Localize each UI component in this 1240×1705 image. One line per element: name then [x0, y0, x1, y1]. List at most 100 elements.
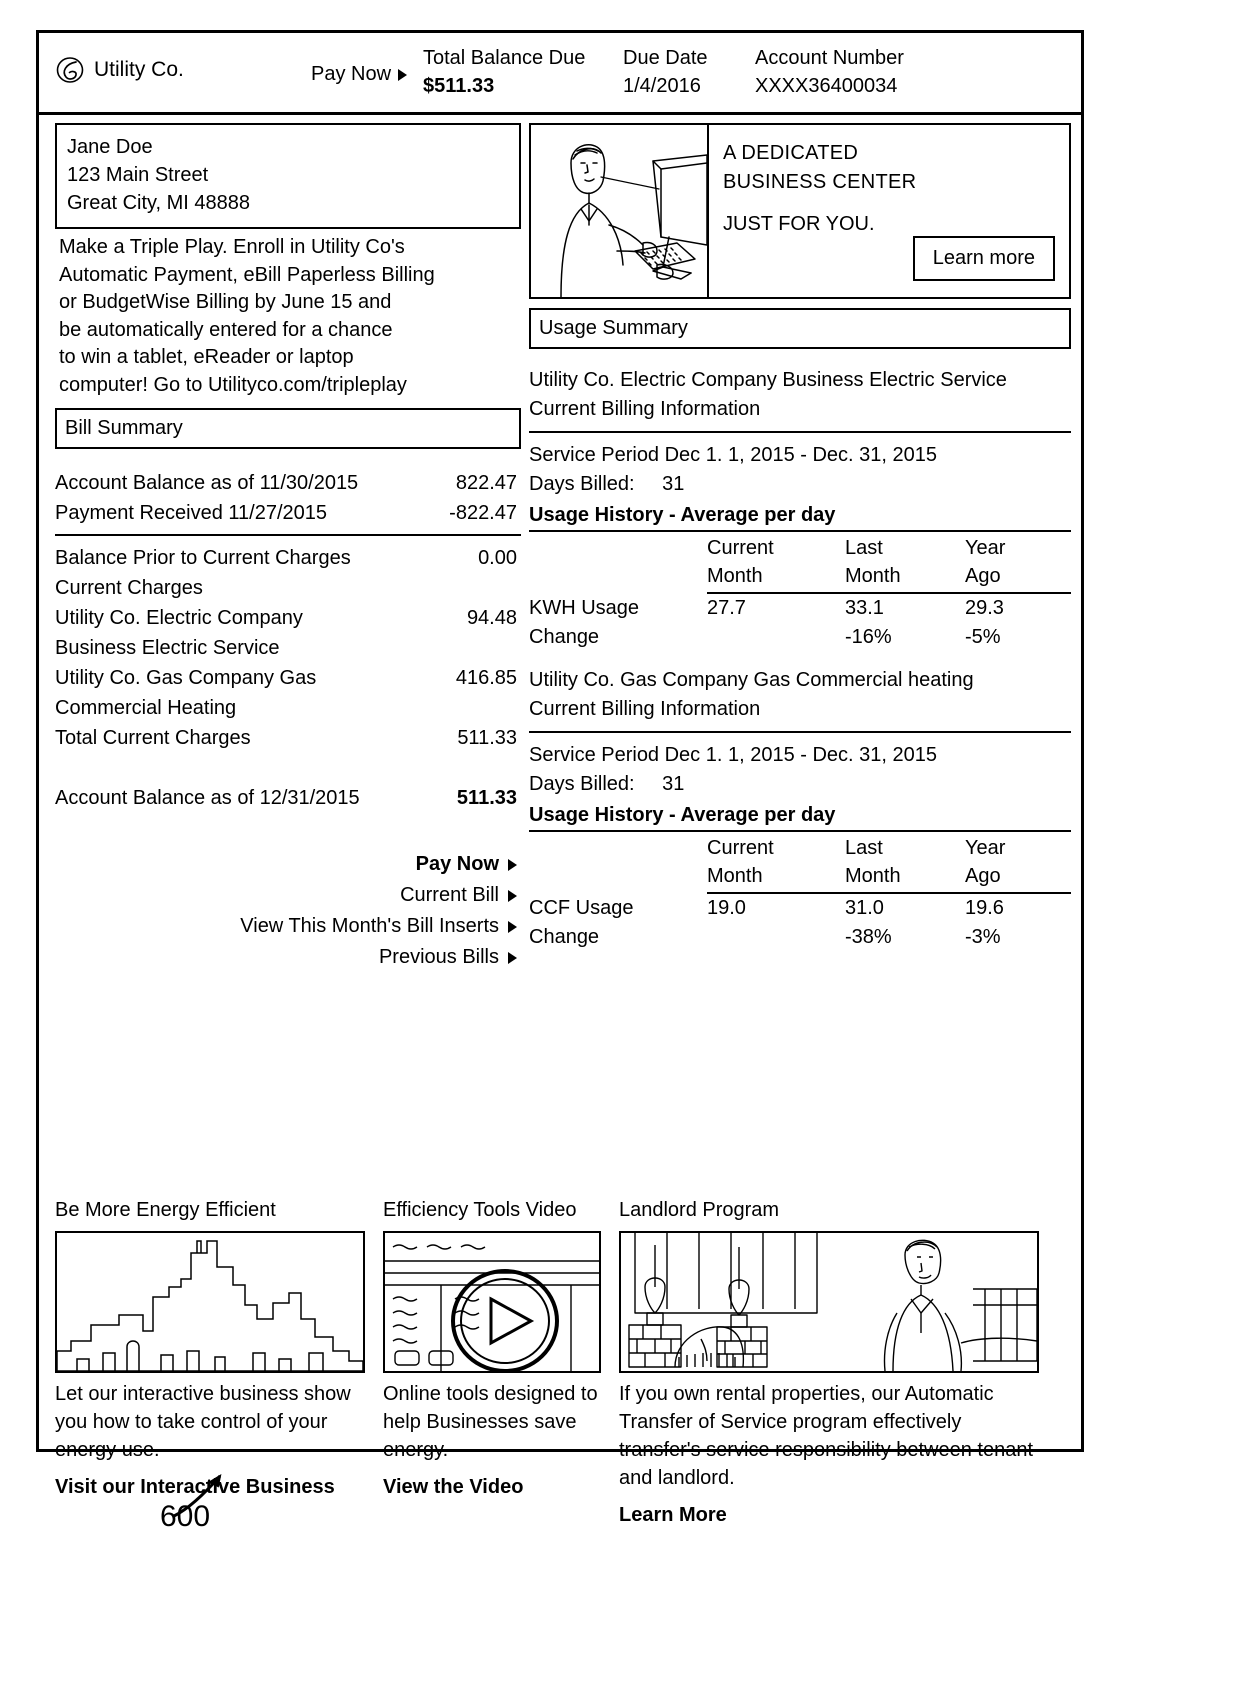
payment-received-value: -822.47: [449, 502, 517, 524]
due-date-block: Due Date 1/4/2016: [623, 45, 708, 101]
kwh-change-last: -16%: [845, 626, 892, 648]
promo-line-6: computer! Go to Utilityco.com/tripleplay: [59, 373, 407, 396]
gas-days-billed-label: Days Billed:: [529, 773, 635, 795]
electric-days-billed-value: 31: [662, 473, 685, 495]
ad-headline-line-3: JUST FOR YOU.: [723, 213, 875, 235]
electric-charge-sublabel: Business Electric Service: [55, 637, 280, 659]
kwh-usage-label: KWH Usage: [529, 597, 640, 619]
ccf-change-last: -38%: [845, 926, 892, 948]
divider: [529, 530, 1071, 532]
gas-service-period: Service Period Dec 1. 1, 2015 - Dec. 31,…: [529, 744, 938, 766]
brand-logo[interactable]: Utility Co.: [55, 55, 184, 85]
col-header-current-month-line2: Month: [707, 865, 763, 887]
col-header-year-ago: Year Ago: [965, 834, 1071, 893]
divider: [529, 830, 1071, 832]
ad-headline-line-2: BUSINESS CENTER: [723, 171, 917, 193]
usage-section-gas: Utility Co. Gas Company Gas Commercial h…: [529, 666, 1071, 952]
card-efficiency-video[interactable]: Efficiency Tools Video Online tools desi…: [383, 1195, 601, 1530]
card-efficiency-video-cta[interactable]: View the Video: [383, 1472, 601, 1502]
ccf-change-year: -3%: [965, 926, 1001, 948]
header-pay-now-link[interactable]: Pay Now: [311, 63, 408, 86]
chevron-right-icon: [508, 858, 517, 871]
card-landlord-program[interactable]: Landlord Program If you own rental prope…: [619, 1195, 1039, 1530]
col-header-current-month-line1: Current: [707, 537, 774, 559]
account-balance-prev-label: Account Balance as of 11/30/2015: [55, 472, 359, 494]
woman-at-computer-illustration: [531, 125, 709, 297]
col-header-current-month-line1: Current: [707, 837, 774, 859]
promo-line-4: be automatically entered for a chance: [59, 318, 393, 341]
kwh-usage-last: 33.1: [845, 597, 884, 619]
promo-line-2: Automatic Payment, eBill Paperless Billi…: [59, 263, 435, 286]
usage-section-electric: Utility Co. Electric Company Business El…: [529, 366, 1071, 652]
link-bill-inserts-label: View This Month's Bill Inserts: [240, 915, 499, 937]
table-row-kwh-usage: KWH Usage 27.7 33.1 29.3: [529, 594, 1071, 623]
link-bill-inserts[interactable]: View This Month's Bill Inserts: [55, 911, 521, 942]
card-energy-efficient-text: Let our interactive business show you ho…: [55, 1383, 351, 1461]
col-header-last-month: Last Month: [845, 534, 965, 593]
triple-play-promo: Make a Triple Play. Enroll in Utility Co…: [55, 229, 521, 399]
bill-header: Utility Co. Pay Now Total Balance Due $5…: [39, 33, 1081, 115]
gas-charge-label: Utility Co. Gas Company Gas: [55, 667, 317, 689]
electric-service-period: Service Period Dec 1. 1, 2015 - Dec. 31,…: [529, 444, 938, 466]
ccf-change-label: Change: [529, 926, 600, 948]
empty-corner-cell: [529, 834, 707, 893]
col-header-last-month-line2: Month: [845, 865, 901, 887]
bill-summary-row: Utility Co. Electric Company 94.48: [55, 603, 521, 633]
link-previous-bills[interactable]: Previous Bills: [55, 942, 521, 973]
electric-usage-history-title: Usage History - Average per day: [529, 504, 836, 526]
link-current-bill[interactable]: Current Bill: [55, 880, 521, 911]
city-skyline-icon: [55, 1231, 365, 1373]
bill-summary-header: Bill Summary: [55, 408, 521, 449]
customer-address-box: Jane Doe 123 Main Street Great City, MI …: [55, 123, 521, 229]
business-center-ad-body: A DEDICATED BUSINESS CENTER JUST FOR YOU…: [709, 125, 1069, 297]
table-row-ccf-change: Change -38% -3%: [529, 923, 1071, 952]
bill-summary-row: Balance Prior to Current Charges 0.00: [55, 543, 521, 573]
ccf-usage-current: 19.0: [707, 897, 746, 919]
electric-days-billed-label: Days Billed:: [529, 473, 635, 495]
table-header-row: Current Month Last Month Year Ago: [529, 534, 1071, 593]
customer-city-state-zip: Great City, MI 48888: [67, 192, 251, 214]
col-header-last-month-line1: Last: [845, 537, 883, 559]
col-header-year-ago-line1: Year: [965, 837, 1006, 859]
ending-balance-label: Account Balance as of 12/31/2015: [55, 787, 360, 809]
bill-summary-content: Account Balance as of 11/30/2015 822.47 …: [55, 468, 521, 973]
bill-action-links: Pay Now Current Bill View This Month's B…: [55, 849, 521, 973]
card-efficiency-video-heading: Efficiency Tools Video: [383, 1199, 577, 1221]
card-landlord-program-cta[interactable]: Learn More: [619, 1500, 1039, 1530]
total-balance-due-block: Total Balance Due $511.33: [423, 45, 585, 101]
electric-usage-table: Current Month Last Month Year Ago KWH Us…: [529, 534, 1071, 652]
kwh-change-year: -5%: [965, 626, 1001, 648]
chevron-right-icon: [508, 920, 517, 933]
chevron-right-icon: [508, 889, 517, 902]
right-column: A DEDICATED BUSINESS CENTER JUST FOR YOU…: [529, 123, 1071, 952]
electric-service-name: Utility Co. Electric Company Business El…: [529, 369, 1007, 391]
account-number-label: Account Number: [755, 47, 904, 69]
electric-days-billed: Days Billed: 31: [529, 470, 1071, 499]
gas-usage-history-title: Usage History - Average per day: [529, 804, 836, 826]
due-date-value: 1/4/2016: [623, 75, 701, 97]
table-header-row: Current Month Last Month Year Ago: [529, 834, 1071, 893]
customer-name: Jane Doe: [67, 136, 153, 158]
col-header-last-month-line1: Last: [845, 837, 883, 859]
bill-summary-row: Total Current Charges 511.33: [55, 723, 521, 753]
electric-billing-info-label: Current Billing Information: [529, 398, 761, 420]
gas-service-name: Utility Co. Gas Company Gas Commercial h…: [529, 669, 974, 691]
link-pay-now[interactable]: Pay Now: [55, 849, 521, 880]
total-balance-due-label: Total Balance Due: [423, 47, 586, 69]
kwh-change-current: [707, 623, 845, 652]
card-efficiency-video-text: Online tools designed to help Businesses…: [383, 1383, 598, 1461]
learn-more-button[interactable]: Learn more: [912, 236, 1055, 281]
bill-summary-row: Utility Co. Gas Company Gas 416.85: [55, 663, 521, 693]
col-header-year-ago: Year Ago: [965, 534, 1071, 593]
usage-summary-header: Usage Summary: [529, 308, 1071, 349]
landlord-interior-icon: [619, 1231, 1039, 1373]
gas-days-billed: Days Billed: 31: [529, 770, 1071, 799]
chevron-right-icon: [508, 951, 517, 964]
promo-line-3: or BudgetWise Billing by June 15 and: [59, 291, 392, 313]
promo-line-1: Make a Triple Play. Enroll in Utility Co…: [59, 236, 405, 258]
divider: [55, 534, 521, 536]
kwh-change-label: Change: [529, 626, 600, 648]
business-center-ad[interactable]: A DEDICATED BUSINESS CENTER JUST FOR YOU…: [529, 123, 1071, 299]
divider: [529, 431, 1071, 433]
